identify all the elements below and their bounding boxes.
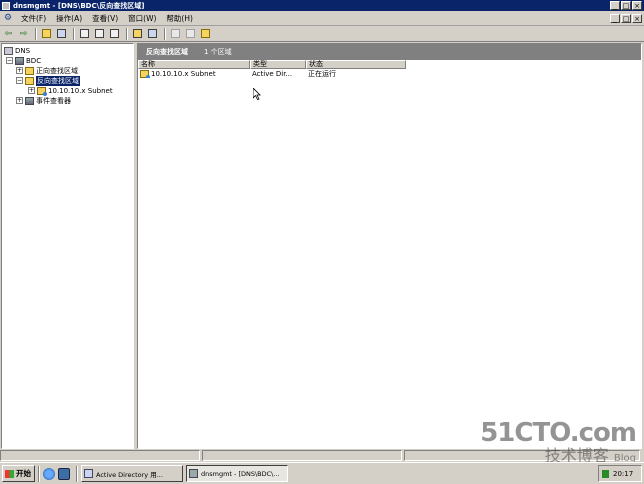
folder-icon: [25, 66, 34, 75]
menu-bar: ⚙ 文件(F) 操作(A) 查看(V) 窗口(W) 帮助(H) _ □ ×: [0, 11, 644, 26]
tree-node-event-viewer[interactable]: + 事件查看器: [16, 96, 71, 105]
show-desktop-icon[interactable]: [58, 467, 70, 480]
tree-node-reverse-zones[interactable]: − 反向查找区域: [16, 75, 80, 86]
details-header: 反向查找区域 1 个区域: [138, 44, 641, 60]
column-header-type[interactable]: 类型: [250, 60, 306, 69]
status-panel: [404, 450, 640, 461]
expand-icon[interactable]: +: [16, 67, 23, 74]
cell-name: 10.10.10.x Subnet: [138, 70, 250, 78]
task-label: dnsmgmt - [DNS\BDC\...: [201, 469, 280, 478]
column-headers: 名称 类型 状态: [138, 60, 641, 69]
menu-view[interactable]: 查看(V): [87, 13, 123, 24]
menu-help[interactable]: 帮助(H): [161, 13, 198, 24]
refresh-icon[interactable]: [93, 28, 106, 40]
maximize-icon[interactable]: □: [621, 1, 631, 10]
system-tray: 20:17: [598, 465, 642, 482]
status-panel: [202, 450, 402, 461]
task-button-active-directory[interactable]: Active Directory 用...: [81, 465, 183, 482]
export-list-icon[interactable]: [108, 28, 121, 40]
title-bar[interactable]: dnsmgmt - [DNS\BDC\反向查找区域] _ □ ×: [0, 0, 644, 11]
cell-type: Active Dir...: [252, 70, 293, 78]
details-pane[interactable]: 反向查找区域 1 个区域 名称 类型 状态 10.10.10.x Subnet …: [137, 43, 642, 449]
console-tree[interactable]: DNS − BDC + 正向查找区域 − 反向查找区域 + 10.10.10.x…: [1, 43, 134, 449]
toolbar-separator: [73, 27, 75, 40]
new-zone-icon[interactable]: [199, 28, 212, 40]
taskbar: 开始 Active Directory 用... dnsmgmt - [DNS\…: [0, 462, 644, 484]
toolbar-separator: [126, 27, 128, 40]
cell-status: 正在运行: [308, 70, 336, 78]
tools-icon[interactable]: [184, 28, 197, 40]
show-tree-icon[interactable]: [55, 28, 68, 40]
toolbar-separator: [164, 27, 166, 40]
tree-label: DNS: [15, 46, 31, 55]
list-item[interactable]: 10.10.10.x Subnet Active Dir... 正在运行: [138, 69, 641, 79]
child-close-icon[interactable]: ×: [632, 14, 642, 23]
menu-file[interactable]: 文件(F): [16, 13, 51, 24]
details-count: 1 个区域: [204, 48, 232, 56]
status-panel: [0, 450, 200, 461]
column-header-name[interactable]: 名称: [138, 60, 250, 69]
tree-label: 10.10.10.x Subnet: [48, 86, 113, 95]
tree-node-forward-zones[interactable]: + 正向查找区域: [16, 66, 78, 75]
internet-explorer-icon[interactable]: [43, 467, 55, 480]
child-restore-icon[interactable]: □: [621, 14, 631, 23]
clock: 20:17: [613, 469, 634, 478]
toolbar: ⇦ ⇨: [0, 26, 644, 42]
window-controls: _ □ ×: [610, 1, 642, 10]
start-button[interactable]: 开始: [2, 465, 35, 482]
window-title: dnsmgmt - [DNS\BDC\反向查找区域]: [13, 1, 145, 10]
quicklaunch-separator: [38, 465, 40, 482]
tree-node-reverse-child[interactable]: + 10.10.10.x Subnet: [28, 86, 113, 96]
zone-name: 10.10.10.x Subnet: [151, 70, 216, 78]
zone-icon: [140, 70, 150, 78]
folder-open-icon: [25, 76, 34, 85]
console-icon[interactable]: [146, 28, 159, 40]
active-directory-icon: [84, 469, 93, 478]
quicklaunch-separator: [76, 465, 78, 482]
windows-flag-icon: [5, 469, 14, 478]
forward-icon[interactable]: ⇨: [17, 28, 30, 40]
child-minimize-icon[interactable]: _: [610, 14, 620, 23]
close-icon[interactable]: ×: [632, 1, 642, 10]
back-icon[interactable]: ⇦: [2, 28, 15, 40]
tree-label: BDC: [26, 56, 42, 65]
expand-icon[interactable]: +: [16, 97, 23, 104]
collapse-icon[interactable]: −: [16, 77, 23, 84]
tree-label: 事件查看器: [36, 96, 71, 105]
server-icon: [15, 56, 24, 65]
menu-action[interactable]: 操作(A): [51, 13, 87, 24]
help-icon[interactable]: [131, 28, 144, 40]
start-label: 开始: [16, 469, 31, 478]
status-bar: [0, 450, 644, 462]
tree-node-dns[interactable]: DNS: [4, 46, 30, 55]
minimize-icon[interactable]: _: [610, 1, 620, 10]
tree-node-server[interactable]: − BDC: [6, 56, 41, 65]
event-viewer-icon: [25, 96, 34, 105]
properties-icon[interactable]: [78, 28, 91, 40]
dnsmgmt-icon: [189, 469, 198, 478]
dns-icon: [4, 46, 13, 55]
column-header-status[interactable]: 状态: [306, 60, 406, 69]
up-folder-icon[interactable]: [40, 28, 53, 40]
tree-label: 反向查找区域: [36, 75, 80, 86]
task-button-dnsmgmt[interactable]: dnsmgmt - [DNS\BDC\...: [186, 465, 288, 482]
toolbar-separator: [35, 27, 37, 40]
mouse-cursor-icon: [253, 88, 261, 100]
task-label: Active Directory 用...: [96, 470, 163, 479]
expand-icon[interactable]: +: [28, 87, 35, 94]
tree-label: 正向查找区域: [36, 66, 78, 75]
menu-window[interactable]: 窗口(W): [123, 13, 161, 24]
console-menu-icon[interactable]: ⚙: [3, 13, 13, 23]
tray-icon[interactable]: [602, 469, 609, 478]
server-icon[interactable]: [169, 28, 182, 40]
child-window-controls: _ □ ×: [610, 14, 642, 23]
collapse-icon[interactable]: −: [6, 57, 13, 64]
details-title: 反向查找区域: [146, 48, 188, 56]
app-icon: [2, 1, 10, 10]
zone-icon: [37, 86, 47, 96]
